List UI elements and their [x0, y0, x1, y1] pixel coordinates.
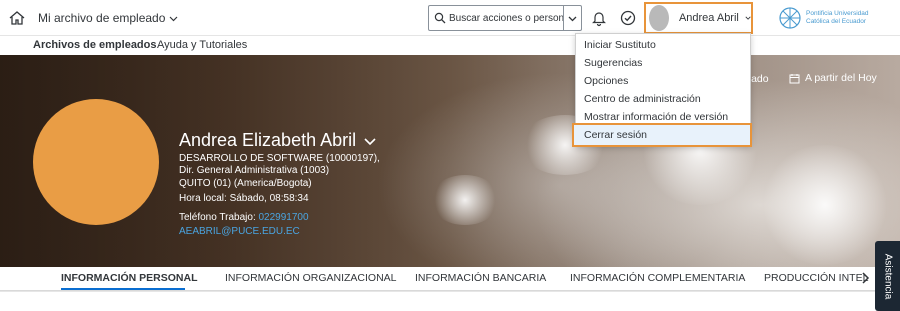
user-name: Andrea Abril	[678, 12, 739, 24]
as-of-date-button[interactable]: A partir del Hoy	[789, 72, 877, 84]
employee-name: Andrea Elizabeth Abril	[179, 130, 357, 150]
chevron-down-icon	[364, 137, 376, 145]
checkmark-circle-icon[interactable]	[619, 9, 637, 27]
logo-text-line2: Católica del Ecuador	[806, 18, 866, 25]
menu-item-iniciar-sustituto[interactable]: Iniciar Sustituto	[584, 39, 656, 51]
chevron-down-icon	[745, 16, 751, 20]
background-decoration	[760, 145, 890, 265]
menu-item-mostrar-version[interactable]: Mostrar información de versión	[584, 111, 728, 123]
menu-item-opciones[interactable]: Opciones	[584, 75, 628, 87]
app-title-menu[interactable]: Mi archivo de empleado	[38, 11, 178, 25]
local-time-text: Hora local: Sábado, 08:58:34	[179, 193, 309, 204]
asistencia-label: Asistencia	[882, 253, 894, 299]
logo-icon	[779, 7, 801, 29]
profile-photo[interactable]	[33, 99, 159, 225]
menu-item-centro-administracion[interactable]: Centro de administración	[584, 93, 701, 105]
department-text: DESARROLLO DE SOFTWARE (10000197), Dir. …	[179, 153, 380, 176]
profile-header: Andrea Elizabeth Abril DESARROLLO DE SOF…	[0, 55, 900, 267]
chevron-down-icon	[568, 16, 577, 21]
menu-item-sugerencias[interactable]: Sugerencias	[584, 57, 642, 69]
tab-informacion-personal[interactable]: INFORMACIÓN PERSONAL	[61, 272, 198, 284]
phone-row: Teléfono Trabajo: 022991700	[179, 212, 309, 224]
sub-navigation: Archivos de empleados Ayuda y Tutoriales	[0, 36, 900, 55]
nav-ayuda-tutoriales[interactable]: Ayuda y Tutoriales	[157, 39, 247, 51]
shell-bar: Mi archivo de empleado Buscar acciones o…	[0, 0, 900, 36]
search-field[interactable]: Buscar acciones o personas	[428, 5, 582, 31]
university-logo[interactable]: Pontificia Universidad Católica del Ecua…	[778, 4, 896, 32]
bell-icon[interactable]	[590, 9, 608, 27]
user-menu-button[interactable]: Andrea Abril	[644, 2, 753, 34]
search-input[interactable]: Buscar acciones o personas	[449, 13, 563, 24]
email-link[interactable]: AEABRIL@PUCE.EDU.EC	[179, 226, 300, 238]
app-title: Mi archivo de empleado	[38, 11, 166, 25]
active-tab-indicator	[61, 288, 185, 290]
employee-name-menu[interactable]: Andrea Elizabeth Abril	[179, 130, 376, 151]
tab-informacion-complementaria[interactable]: INFORMACIÓN COMPLEMENTARIA	[570, 272, 745, 284]
search-icon	[431, 6, 449, 30]
phone-label: Teléfono Trabajo:	[179, 212, 256, 223]
nav-archivos-empleados[interactable]: Archivos de empleados	[33, 39, 157, 51]
tab-informacion-bancaria[interactable]: INFORMACIÓN BANCARIA	[415, 272, 546, 284]
location-text: QUITO (01) (America/Bogota)	[179, 178, 312, 189]
tab-informacion-organizacional[interactable]: INFORMACIÓN ORGANIZACIONAL	[225, 272, 397, 284]
content-area	[0, 291, 900, 311]
avatar	[649, 5, 669, 31]
logo-text-line1: Pontificia Universidad	[806, 10, 869, 17]
menu-item-cerrar-sesion-label: Cerrar sesión	[584, 129, 648, 141]
search-dropdown-button[interactable]	[563, 6, 581, 30]
asistencia-side-tab[interactable]: Asistencia	[875, 241, 900, 311]
background-decoration	[430, 175, 500, 225]
home-icon[interactable]	[8, 9, 26, 27]
chevron-right-icon[interactable]	[860, 271, 870, 285]
as-of-date-label: A partir del Hoy	[805, 72, 877, 84]
tab-produccion-intel[interactable]: PRODUCCIÓN INTEL	[764, 272, 868, 284]
chevron-down-icon	[169, 16, 178, 21]
menu-item-cerrar-sesion[interactable]: Cerrar sesión	[572, 123, 752, 147]
section-tabs: INFORMACIÓN PERSONAL INFORMACIÓN ORGANIZ…	[0, 267, 900, 291]
phone-link[interactable]: 022991700	[259, 212, 309, 223]
calendar-icon	[789, 73, 800, 83]
